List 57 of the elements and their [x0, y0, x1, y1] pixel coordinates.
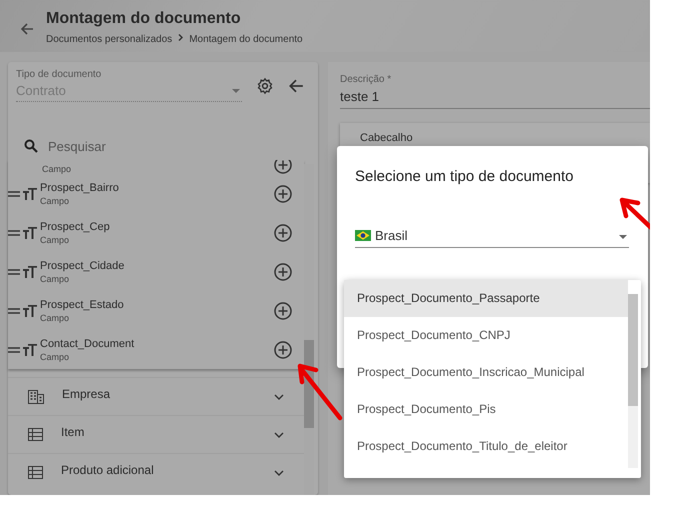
card-title: Cabecalho — [360, 132, 413, 144]
add-circle-icon[interactable] — [274, 224, 292, 242]
page-title: Montagem do documento — [46, 10, 242, 28]
search-icon — [24, 139, 38, 153]
text-type-icon — [23, 188, 37, 200]
field-type: Campo — [40, 274, 70, 284]
back-arrow-icon[interactable] — [20, 22, 34, 36]
text-type-icon — [23, 266, 37, 278]
text-type-icon — [23, 344, 37, 356]
section-header[interactable]: Empresa — [8, 377, 304, 415]
dropdown-caret-icon — [619, 235, 627, 239]
add-circle-icon[interactable] — [274, 184, 292, 202]
country-select[interactable]: Brasil — [355, 228, 629, 248]
back-arrow-icon[interactable] — [288, 78, 304, 94]
dialog-title: Selecione um tipo de documento — [355, 168, 574, 185]
breadcrumb-item: Montagem do documento — [189, 34, 303, 45]
dropdown-caret-icon — [232, 89, 240, 93]
field-type: Campo — [40, 196, 70, 206]
search-field[interactable]: Pesquisar — [46, 138, 250, 154]
building-icon — [28, 390, 44, 404]
drag-handle-icon[interactable] — [8, 190, 20, 196]
add-circle-icon[interactable] — [274, 340, 292, 358]
section-header[interactable]: Item — [8, 415, 304, 453]
section-header[interactable]: Produto adicional — [8, 453, 304, 491]
text-type-icon — [23, 226, 37, 238]
list-icon — [28, 466, 43, 479]
field-name: Contact_Document — [40, 338, 136, 350]
add-circle-icon[interactable] — [274, 302, 292, 320]
field-name: Prospect_Estado — [40, 298, 125, 310]
field-type: Campo — [40, 352, 70, 362]
field-type: Campo — [40, 234, 70, 244]
text-type-icon — [23, 304, 37, 316]
add-circle-icon[interactable] — [274, 262, 292, 280]
drag-handle-icon[interactable] — [8, 308, 20, 314]
dropdown-option[interactable]: Prospect_Documento_Titulo_de_eleitor — [344, 428, 628, 465]
dropdown-option[interactable]: Prospect_Documento_Passaporte — [344, 280, 628, 317]
field-name: Prospect_Cidade — [40, 260, 126, 272]
dropdown-option[interactable]: Prospect_Documento_CNPJ — [344, 317, 628, 354]
dropdown-option[interactable]: Prospect_Documento_Pis — [344, 391, 628, 428]
chevron-icon — [274, 470, 284, 476]
field-type: Campo — [40, 312, 70, 322]
chevron-icon — [178, 34, 184, 41]
scrollbar[interactable] — [628, 294, 638, 468]
chevron-icon — [274, 432, 284, 438]
breadcrumb-item[interactable]: Documentos personalizados — [46, 34, 172, 45]
settings-icon[interactable] — [256, 76, 274, 94]
flag-icon — [355, 230, 371, 241]
drag-handle-icon[interactable] — [8, 230, 20, 236]
field-name: Prospect_Bairro — [40, 182, 120, 194]
drag-handle-icon[interactable] — [8, 268, 20, 274]
dropdown-option[interactable]: Prospect_Documento_Inscricao_Municipal — [344, 354, 628, 391]
field-name: Prospect_Cep — [40, 220, 111, 232]
drag-handle-icon[interactable] — [8, 346, 20, 352]
list-icon — [28, 428, 43, 441]
field-type: Campo — [42, 164, 72, 174]
description-field[interactable]: Descrição * teste 1 — [340, 74, 650, 109]
chevron-icon — [274, 394, 284, 400]
